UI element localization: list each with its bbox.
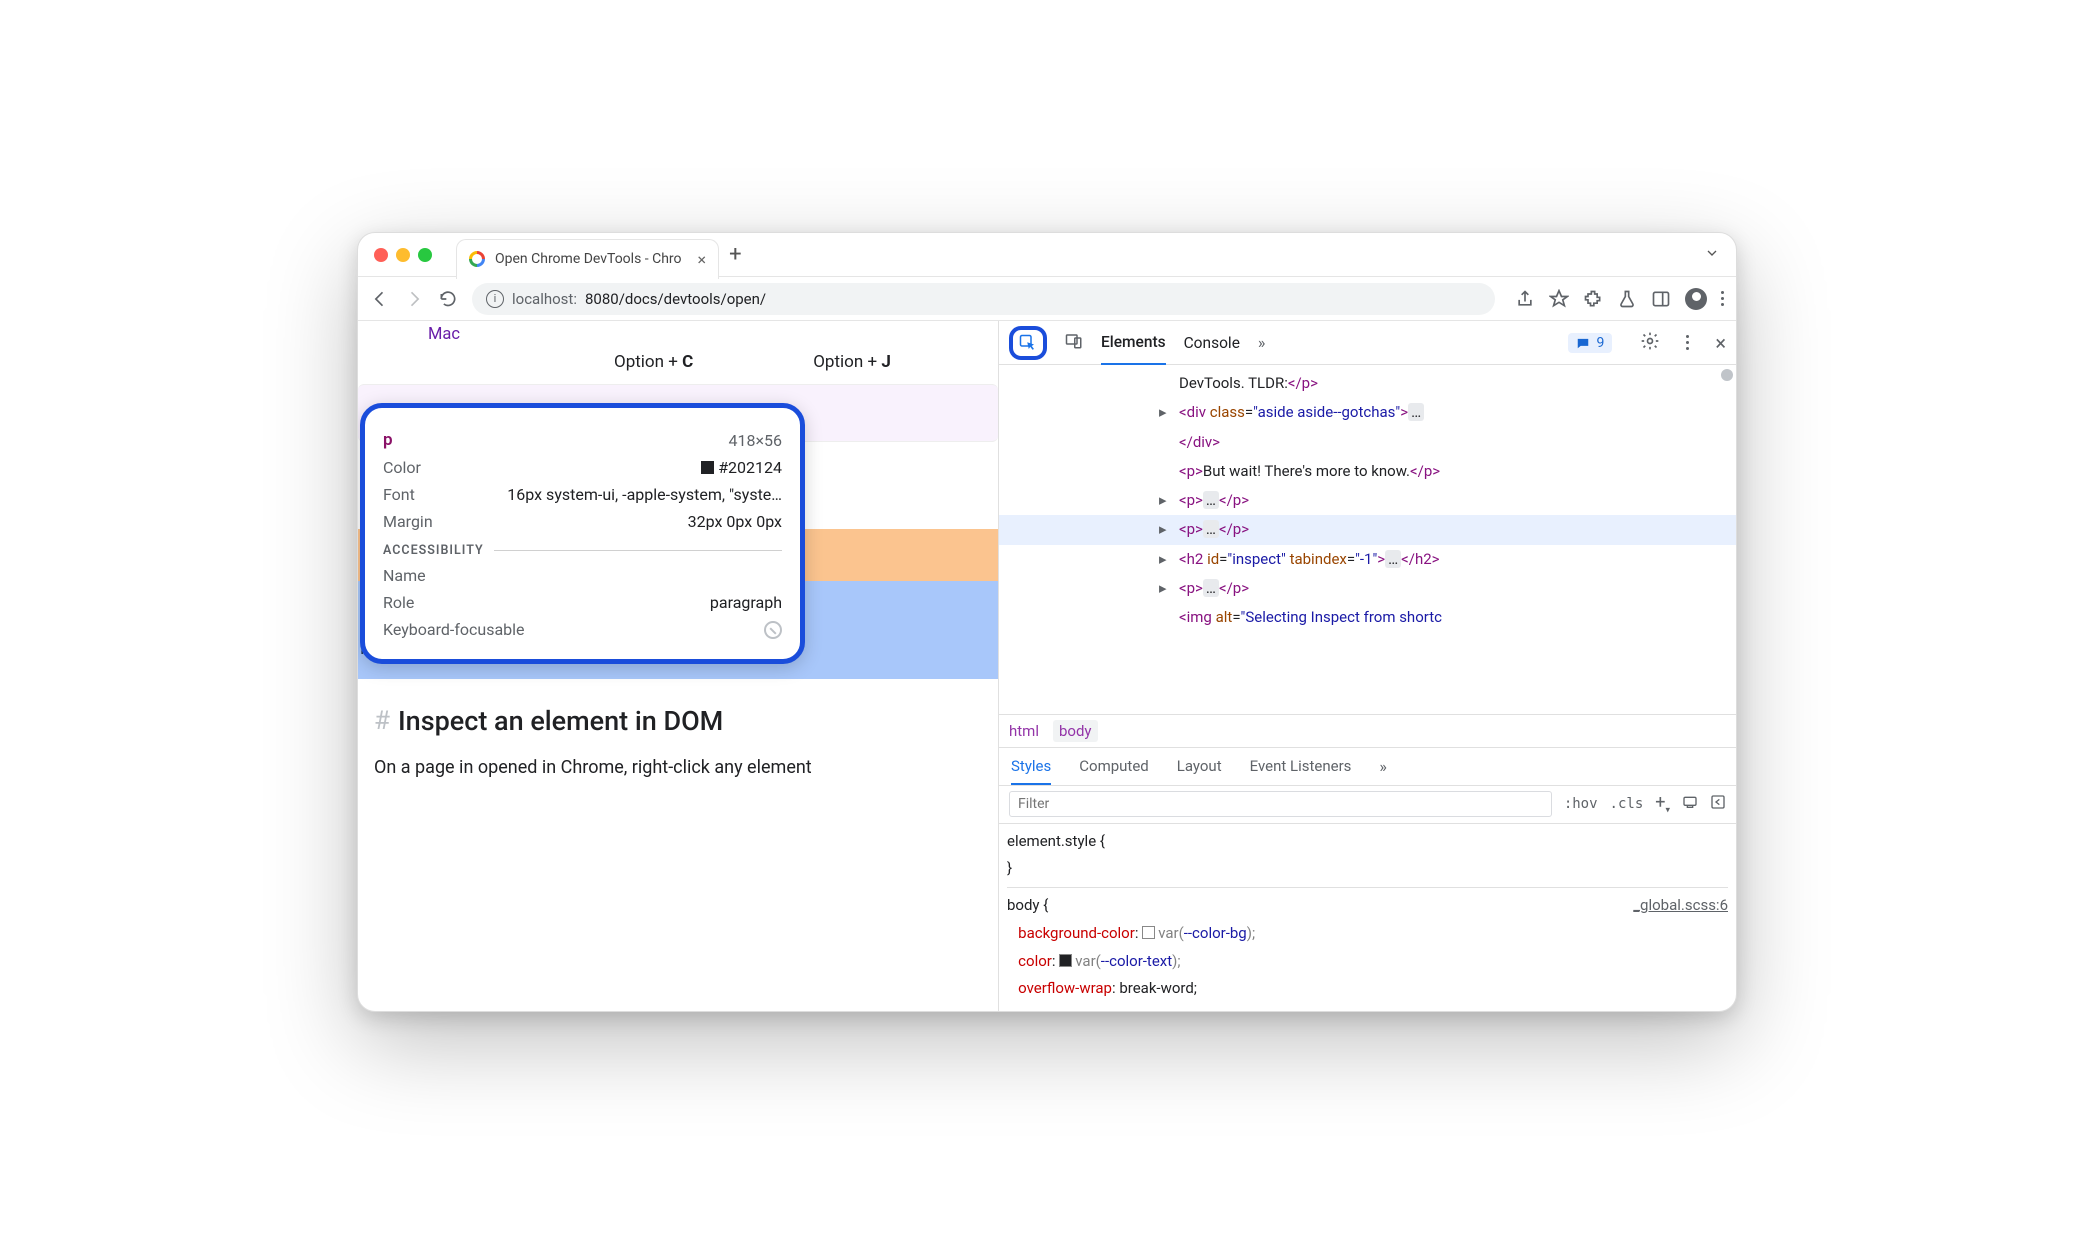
url-host: localhost: — [512, 290, 577, 308]
tooltip-role-value: paragraph — [710, 593, 782, 612]
rule-body[interactable]: body {_global.scss:6 background-color: v… — [1007, 887, 1728, 1003]
close-window-button[interactable] — [374, 248, 388, 262]
styles-tab-layout[interactable]: Layout — [1177, 748, 1222, 785]
back-button[interactable] — [370, 289, 390, 309]
issues-counter[interactable]: 9 — [1568, 333, 1612, 353]
dom-line[interactable]: ▸<div class="aside aside--gotchas">… — [999, 398, 1736, 427]
devtools-panel: Elements Console » 9 × DevTools. TLDR:</… — [998, 321, 1736, 1011]
styles-filter-input[interactable] — [1009, 791, 1552, 817]
tooltip-name-key: Name — [383, 566, 426, 585]
chrome-menu-button[interactable] — [1721, 291, 1724, 306]
url-path: 8080/docs/devtools/open/ — [585, 290, 766, 308]
tab-close-button[interactable]: × — [698, 250, 707, 269]
chrome-favicon-icon — [469, 251, 485, 267]
styles-filter-bar: :hov .cls +▾ — [999, 786, 1736, 824]
nav-toolbar: i localhost: 8080/docs/devtools/open/ — [358, 277, 1736, 321]
forward-button[interactable] — [404, 289, 424, 309]
source-link[interactable]: _global.scss:6 — [1633, 892, 1728, 920]
tooltip-color-value: #202124 — [701, 458, 782, 477]
address-bar[interactable]: i localhost: 8080/docs/devtools/open/ — [472, 283, 1495, 315]
sidepanel-icon[interactable] — [1651, 289, 1671, 309]
paint-flashing-icon[interactable] — [1682, 794, 1698, 814]
tooltip-margin-key: Margin — [383, 512, 433, 531]
zoom-window-button[interactable] — [418, 248, 432, 262]
browser-tab[interactable]: Open Chrome DevTools - Chro × — [456, 239, 719, 279]
body-paragraph: On a page in opened in Chrome, right-cli… — [374, 757, 982, 778]
new-style-rule-button[interactable]: +▾ — [1655, 792, 1670, 816]
site-info-icon[interactable]: i — [486, 290, 504, 308]
dom-line[interactable]: <p>But wait! There's more to know.</p> — [999, 457, 1736, 486]
bookmark-star-icon[interactable] — [1549, 289, 1569, 309]
browser-window: Open Chrome DevTools - Chro × + i localh… — [357, 232, 1737, 1012]
not-focusable-icon — [764, 621, 782, 639]
shortcut-row: Option + C Option + J — [374, 352, 982, 384]
dom-line[interactable]: </div> — [999, 428, 1736, 457]
tooltip-role-key: Role — [383, 593, 414, 612]
shortcut-j-label: Option + J — [813, 352, 891, 372]
device-toolbar-button[interactable] — [1065, 332, 1083, 354]
heading-row: # Inspect an element in DOM — [374, 705, 982, 737]
content-area: Mac Option + C Option + J p 418×56 Color #… — [358, 321, 1736, 1011]
os-tab-mac[interactable]: Mac — [374, 321, 982, 352]
dom-line[interactable]: DevTools. TLDR:</p> — [999, 369, 1736, 398]
devtools-menu-button[interactable] — [1686, 335, 1689, 350]
dom-line[interactable]: ▸<h2 id="inspect" tabindex="-1">…</h2> — [999, 545, 1736, 574]
toolbar-right-icons — [1509, 288, 1724, 310]
styles-tabbar: Styles Computed Layout Event Listeners » — [999, 748, 1736, 786]
extensions-puzzle-icon[interactable] — [1583, 289, 1603, 309]
dom-line[interactable]: ▸<p>…</p> — [999, 574, 1736, 603]
computed-styles-toggle-icon[interactable] — [1710, 794, 1726, 814]
dom-line-selected[interactable]: ▸<p>…</p> — [999, 515, 1736, 544]
devtools-toolbar: Elements Console » 9 × — [999, 321, 1736, 365]
new-tab-button[interactable]: + — [729, 242, 741, 267]
dom-tree[interactable]: DevTools. TLDR:</p> ▸<div class="aside a… — [999, 365, 1736, 714]
inspector-tooltip: p 418×56 Color #202124 Font16px system-ui,… — [360, 403, 805, 664]
traffic-lights — [374, 248, 432, 262]
styles-tabs-overflow[interactable]: » — [1379, 757, 1387, 776]
profile-avatar-icon[interactable] — [1685, 288, 1707, 310]
styles-tab-computed[interactable]: Computed — [1079, 748, 1149, 785]
breadcrumb-bar: html body — [999, 714, 1736, 748]
devtools-tab-console[interactable]: Console — [1184, 321, 1240, 364]
breadcrumb-body[interactable]: body — [1053, 720, 1098, 742]
heading-anchor-hash[interactable]: # — [374, 706, 390, 736]
devtools-close-button[interactable]: × — [1715, 331, 1726, 355]
share-icon[interactable] — [1515, 289, 1535, 309]
styles-tab-styles[interactable]: Styles — [1011, 748, 1051, 785]
title-bar: Open Chrome DevTools - Chro × + — [358, 233, 1736, 277]
labs-flask-icon[interactable] — [1617, 289, 1637, 309]
reload-button[interactable] — [438, 289, 458, 309]
devtools-tab-elements[interactable]: Elements — [1101, 322, 1166, 365]
tooltip-color-key: Color — [383, 458, 421, 477]
cls-toggle[interactable]: .cls — [1610, 796, 1644, 812]
tab-overflow-button[interactable] — [1704, 245, 1720, 265]
tooltip-dimensions: 418×56 — [729, 431, 783, 450]
dom-line[interactable]: ▸<p>…</p> — [999, 486, 1736, 515]
tooltip-accessibility-heading: ACCESSIBILITY — [383, 543, 782, 558]
inspect-element-button[interactable] — [1009, 326, 1047, 360]
tooltip-font-key: Font — [383, 485, 415, 504]
minimize-window-button[interactable] — [396, 248, 410, 262]
style-rules[interactable]: element.style {} body {_global.scss:6 ba… — [999, 824, 1736, 1012]
tooltip-font-value: 16px system-ui, -apple-system, "syste… — [415, 485, 782, 504]
tooltip-tagname: p — [383, 430, 393, 450]
styles-tab-event-listeners[interactable]: Event Listeners — [1250, 748, 1352, 785]
tooltip-margin-value: 32px 0px 0px — [688, 512, 782, 531]
tooltip-keyboard-focusable-key: Keyboard-focusable — [383, 620, 525, 639]
breadcrumb-html[interactable]: html — [1009, 722, 1039, 740]
devtools-tabs-overflow[interactable]: » — [1258, 333, 1266, 352]
rule-element-style[interactable]: element.style {} — [1007, 828, 1728, 884]
shortcut-c-label: Option + C — [614, 352, 693, 372]
rendered-page: Mac Option + C Option + J p 418×56 Color #… — [358, 321, 998, 1011]
tab-title: Open Chrome DevTools - Chro — [495, 251, 682, 267]
dom-line[interactable]: <img alt="Selecting Inspect from shortc — [999, 603, 1736, 632]
section-heading: Inspect an element in DOM — [398, 705, 723, 737]
hov-toggle[interactable]: :hov — [1564, 796, 1598, 812]
devtools-settings-icon[interactable] — [1640, 331, 1660, 355]
